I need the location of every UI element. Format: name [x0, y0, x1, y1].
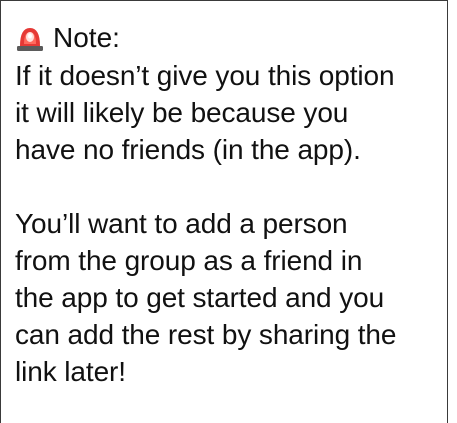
note-paragraph-2: You’ll want to add a person from the gro…: [15, 205, 433, 390]
siren-icon: [15, 24, 45, 52]
note-line: link later!: [15, 356, 126, 387]
note-callout: Note: If it doesn’t give you this option…: [0, 0, 448, 423]
note-line: from the group as a friend in: [15, 245, 363, 276]
note-line: If it doesn’t give you this option: [15, 60, 395, 91]
note-line: can add the rest by sharing the: [15, 319, 397, 350]
note-paragraph-1: If it doesn’t give you this option it wi…: [15, 57, 433, 168]
note-line: have no friends (in the app).: [15, 134, 361, 165]
note-header: Note:: [15, 19, 433, 57]
note-title: Note:: [53, 22, 120, 53]
note-line: the app to get started and you: [15, 282, 385, 313]
note-line: You’ll want to add a person: [15, 208, 348, 239]
note-line: it will likely be because you: [15, 97, 349, 128]
